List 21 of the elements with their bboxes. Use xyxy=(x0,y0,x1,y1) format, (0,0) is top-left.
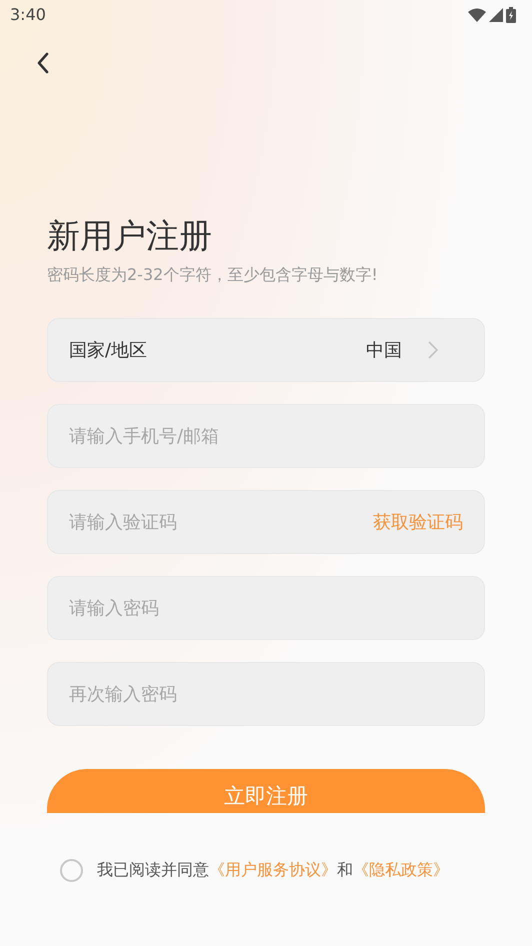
status-time: 3:40 xyxy=(10,4,46,26)
chevron-left-icon xyxy=(36,51,50,75)
region-selector[interactable]: 国家/地区 中国 xyxy=(47,318,485,382)
agreement-text: 我已阅读并同意 xyxy=(97,859,209,881)
region-value: 中国 xyxy=(366,338,402,362)
get-code-button[interactable]: 获取验证码 xyxy=(373,508,463,536)
wifi-icon xyxy=(468,8,486,22)
agreement-checkbox[interactable] xyxy=(60,858,83,882)
password-hint: 密码长度为2-32个字符，至少包含字母与数字! xyxy=(47,264,379,286)
terms-link[interactable]: 《用户服务协议》 xyxy=(209,858,337,882)
account-field[interactable]: 请输入手机号/邮箱 xyxy=(47,404,485,468)
battery-icon xyxy=(506,7,516,23)
privacy-link[interactable]: 《隐私政策》 xyxy=(353,858,449,882)
password-field[interactable]: 再次输入密码 xyxy=(47,662,485,726)
page-title: 新用户注册 xyxy=(47,215,213,257)
password-field[interactable]: 请输入密码 xyxy=(47,576,485,640)
register-button[interactable]: 立即注册 xyxy=(47,769,485,813)
region-label: 国家/地区 xyxy=(69,338,148,362)
agreement-text: 和 xyxy=(337,859,353,881)
chevron-right-icon xyxy=(428,341,438,359)
signal-icon xyxy=(489,8,503,22)
